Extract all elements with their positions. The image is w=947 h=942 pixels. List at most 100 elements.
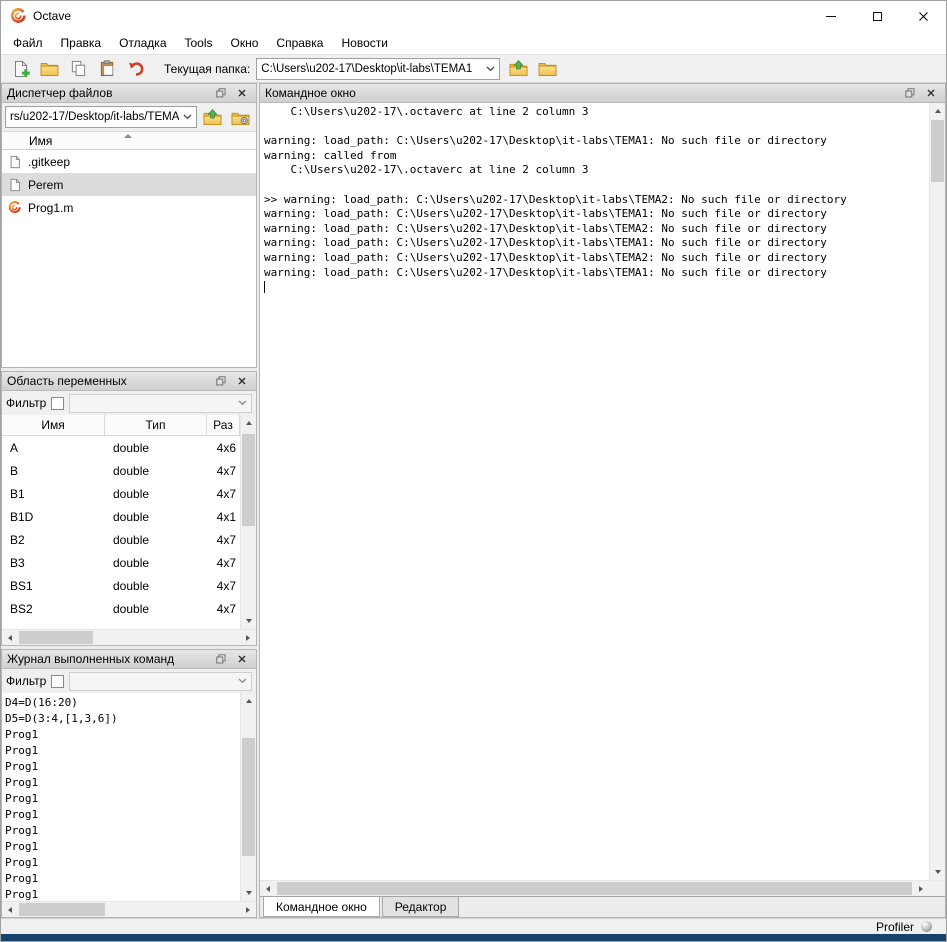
undock-panel-button[interactable] (215, 653, 227, 665)
scrollbar-thumb[interactable] (277, 882, 912, 895)
new-script-button[interactable] (6, 56, 35, 82)
chevron-down-icon[interactable] (482, 59, 499, 79)
scroll-right-arrow-icon[interactable] (240, 630, 256, 645)
variable-row[interactable]: B2 double 4x7 (2, 528, 240, 551)
bottom-tab[interactable]: Командное окно (263, 897, 380, 917)
scrollbar-thumb[interactable] (242, 738, 255, 856)
scroll-left-arrow-icon[interactable] (260, 881, 276, 896)
workspace-hscrollbar[interactable] (2, 629, 256, 645)
maximize-icon (873, 12, 882, 21)
browse-folder-button[interactable] (533, 56, 562, 82)
close-panel-button[interactable] (236, 375, 248, 387)
history-item[interactable]: Prog1 (5, 807, 240, 823)
file-list-item[interactable]: Prog1.m (2, 196, 256, 219)
history-item[interactable]: Prog1 (5, 855, 240, 871)
panel-header-buttons (215, 87, 251, 99)
filter-label: Фильтр (6, 396, 46, 410)
menu-item[interactable]: Правка (52, 31, 111, 54)
variable-row[interactable]: B1D double 4x1 (2, 505, 240, 528)
menu-item[interactable]: Справка (267, 31, 332, 54)
chevron-down-icon[interactable] (179, 107, 196, 127)
history-item[interactable]: D5=D(3:4,[1,3,6]) (5, 711, 240, 727)
browser-actions-button[interactable] (227, 105, 253, 129)
paste-button[interactable] (93, 56, 122, 82)
file-list-item[interactable]: Perem (2, 173, 256, 196)
command-history-panel: Журнал выполненных команд (1, 649, 257, 918)
scroll-up-arrow-icon[interactable] (241, 693, 256, 709)
variable-row[interactable]: B3 double 4x7 (2, 551, 240, 574)
filter-checkbox[interactable] (51, 675, 64, 688)
current-folder-input[interactable] (257, 63, 482, 75)
menu-item[interactable]: Окно (222, 31, 268, 54)
menu-item[interactable]: Tools (176, 31, 222, 54)
filter-combobox[interactable] (69, 394, 252, 413)
bottom-tab[interactable]: Редактор (382, 897, 460, 917)
scroll-up-arrow-icon[interactable] (930, 103, 945, 119)
scroll-up-arrow-icon[interactable] (241, 415, 256, 431)
filter-combobox[interactable] (69, 672, 252, 691)
scroll-right-arrow-icon[interactable] (240, 902, 256, 917)
history-hscrollbar[interactable] (2, 901, 256, 917)
scroll-down-arrow-icon[interactable] (930, 864, 945, 880)
variable-row[interactable]: B double 4x7 (2, 459, 240, 482)
variable-row[interactable]: B1 double 4x7 (2, 482, 240, 505)
history-item[interactable]: Prog1 (5, 839, 240, 855)
history-item[interactable]: Prog1 (5, 743, 240, 759)
history-item[interactable]: Prog1 (5, 775, 240, 791)
variable-size: 4x7 (207, 556, 240, 570)
browser-path-input[interactable] (6, 111, 179, 123)
history-item[interactable]: D4=D(16:20) (5, 695, 240, 711)
close-button[interactable] (900, 1, 946, 31)
undock-panel-button[interactable] (215, 87, 227, 99)
history-item[interactable]: Prog1 (5, 871, 240, 887)
close-panel-button[interactable] (236, 653, 248, 665)
scrollbar-thumb[interactable] (19, 631, 93, 644)
console-hscrollbar[interactable] (260, 880, 929, 896)
close-panel-button[interactable] (236, 87, 248, 99)
workspace-vscrollbar[interactable] (240, 415, 256, 629)
browser-path-combobox[interactable] (5, 106, 197, 128)
scrollbar-thumb[interactable] (931, 120, 944, 182)
minimize-button[interactable] (808, 1, 854, 31)
variable-row[interactable]: BS1 double 4x7 (2, 574, 240, 597)
history-item[interactable]: Prog1 (5, 823, 240, 839)
menu-item[interactable]: Отладка (110, 31, 175, 54)
maximize-button[interactable] (854, 1, 900, 31)
current-folder-combobox[interactable] (256, 58, 500, 80)
variable-row[interactable]: BS2 double 4x7 (2, 597, 240, 620)
variable-row[interactable]: A double 4x6 (2, 436, 240, 459)
scrollbar-thumb[interactable] (19, 903, 105, 916)
scrollbar-thumb[interactable] (242, 434, 255, 526)
undo-button[interactable] (122, 56, 151, 82)
command-window-output[interactable]: C:\Users\u202-17\.octaverc at line 2 col… (260, 103, 945, 880)
column-header-name[interactable]: Имя (2, 415, 105, 435)
menu-item[interactable]: Новости (332, 31, 396, 54)
console-vscrollbar[interactable] (929, 103, 945, 880)
undock-panel-button[interactable] (215, 375, 227, 387)
scroll-down-arrow-icon[interactable] (241, 885, 256, 901)
history-item[interactable]: Prog1 (5, 791, 240, 807)
scroll-right-arrow-icon[interactable] (913, 881, 929, 896)
filter-checkbox[interactable] (51, 397, 64, 410)
undock-panel-button[interactable] (904, 87, 916, 99)
column-header-label: Имя (29, 134, 52, 148)
file-list-item[interactable]: .gitkeep (2, 150, 256, 173)
scroll-left-arrow-icon[interactable] (2, 630, 18, 645)
scroll-left-arrow-icon[interactable] (2, 902, 18, 917)
copy-button[interactable] (64, 56, 93, 82)
history-item[interactable]: Prog1 (5, 727, 240, 743)
scroll-down-arrow-icon[interactable] (241, 613, 256, 629)
open-file-button[interactable] (35, 56, 64, 82)
history-item[interactable]: Prog1 (5, 759, 240, 775)
name-column-header[interactable]: Имя (2, 131, 256, 150)
chevron-down-icon[interactable] (234, 673, 251, 690)
menu-item[interactable]: Файл (4, 31, 52, 54)
chevron-down-icon[interactable] (234, 395, 251, 412)
column-header-size[interactable]: Раз (207, 415, 240, 435)
history-item[interactable]: Prog1 (5, 887, 240, 901)
folder-up-button[interactable] (504, 56, 533, 82)
history-vscrollbar[interactable] (240, 693, 256, 901)
column-header-type[interactable]: Тип (105, 415, 207, 435)
one-directory-up-button[interactable] (199, 105, 225, 129)
close-panel-button[interactable] (925, 87, 937, 99)
